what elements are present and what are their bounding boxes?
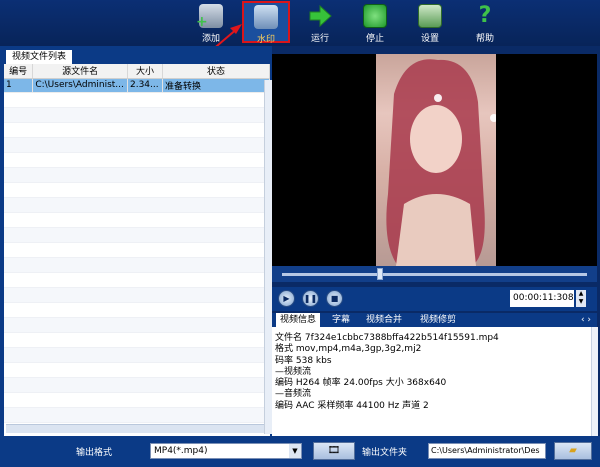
file-list-tab[interactable]: 视频文件列表 bbox=[6, 50, 73, 64]
table-header: 编号 源文件名 大小 状态 bbox=[4, 64, 270, 79]
folder-icon: ▰ bbox=[569, 445, 577, 456]
tab-video-merge[interactable]: 视频合并 bbox=[362, 313, 406, 327]
column-header-filename[interactable]: 源文件名 bbox=[32, 64, 128, 79]
empty-table-row bbox=[4, 407, 270, 423]
format-film-button[interactable]: 🎞 bbox=[313, 442, 355, 460]
empty-table-row bbox=[4, 167, 270, 183]
info-format: 格式 mov,mp4,m4a,3gp,3g2,mj2 bbox=[275, 344, 422, 355]
empty-table-row bbox=[4, 377, 270, 393]
output-settings-bar: 输出格式 MP4(*.mp4) ▼ 🎞 输出文件夹 C:\Users\Admin… bbox=[0, 436, 600, 467]
table-row[interactable]: 1 C:\Users\Administ... 2.34... 准备转换 bbox=[4, 78, 270, 93]
seek-track[interactable] bbox=[282, 273, 587, 276]
empty-table-row bbox=[4, 257, 270, 273]
stop-label: 停止 bbox=[365, 34, 384, 44]
empty-table-row bbox=[4, 137, 270, 153]
video-frame-image bbox=[376, 54, 498, 266]
empty-table-row bbox=[4, 272, 270, 288]
empty-table-row bbox=[4, 347, 270, 363]
pause-button[interactable]: ❚❚ bbox=[302, 290, 319, 307]
stop-playback-button[interactable]: ■ bbox=[326, 290, 343, 307]
column-header-status[interactable]: 状态 bbox=[162, 64, 270, 79]
play-button[interactable]: ▶ bbox=[278, 290, 295, 307]
empty-table-row bbox=[4, 92, 270, 108]
browse-folder-button[interactable]: ▰ bbox=[554, 442, 592, 460]
video-info-panel: 文件名 7f324e1cbbc7388bffa422b514f15591.mp4… bbox=[272, 327, 597, 436]
help-question-icon: ? bbox=[478, 3, 492, 28]
output-format-label: 输出格式 bbox=[76, 448, 113, 458]
column-header-id[interactable]: 编号 bbox=[4, 64, 34, 79]
file-list-panel: 视频文件列表 编号 源文件名 大小 状态 1 C:\Users\Administ… bbox=[0, 46, 272, 436]
empty-table-row bbox=[4, 362, 270, 378]
row-id: 1 bbox=[4, 78, 34, 93]
tab-video-info[interactable]: 视频信息 bbox=[276, 313, 321, 327]
row-size: 2.34... bbox=[127, 78, 163, 93]
empty-table-row bbox=[4, 287, 270, 303]
info-vertical-scrollbar[interactable] bbox=[591, 327, 598, 436]
empty-table-row bbox=[4, 122, 270, 138]
info-audio-stream: 编码 AAC 采样频率 44100 Hz 声道 2 bbox=[275, 400, 429, 411]
info-audio-stream-heading: —音频流 bbox=[275, 389, 312, 400]
empty-table-row bbox=[4, 392, 270, 408]
settings-monitor-icon bbox=[418, 4, 442, 28]
stop-icon bbox=[363, 4, 387, 28]
info-video-stream-heading: —视频流 bbox=[275, 366, 312, 377]
info-filename: 文件名 7f324e1cbbc7388bffa422b514f15591.mp4 bbox=[275, 333, 499, 343]
settings-label: 设置 bbox=[420, 34, 439, 44]
empty-table-row bbox=[4, 182, 270, 198]
info-video-stream: 编码 H264 帧率 24.00fps 大小 368x640 bbox=[275, 378, 447, 389]
run-button[interactable]: 运行 bbox=[297, 2, 343, 44]
settings-button[interactable]: 设置 bbox=[407, 2, 453, 44]
row-status: 准备转换 bbox=[162, 78, 270, 93]
run-label: 运行 bbox=[310, 34, 329, 44]
empty-table-row bbox=[4, 302, 270, 318]
tab-video-trim[interactable]: 视频修剪 bbox=[416, 313, 460, 327]
output-format-select[interactable]: MP4(*.mp4) ▼ bbox=[150, 443, 302, 459]
film-icon: 🎞 bbox=[327, 445, 341, 456]
info-bitrate: 码率 538 kbs bbox=[275, 355, 332, 366]
column-header-size[interactable]: 大小 bbox=[127, 64, 163, 79]
list-vertical-scrollbar[interactable] bbox=[264, 80, 272, 434]
help-label: 帮助 bbox=[475, 34, 494, 44]
tab-subtitles[interactable]: 字幕 bbox=[328, 313, 354, 327]
info-tabs: 视频信息 字幕 视频合并 视频修剪 ‹ › bbox=[272, 313, 597, 327]
help-button[interactable]: ? 帮助 bbox=[462, 2, 508, 45]
empty-table-row bbox=[4, 317, 270, 333]
toolbar: + 添加 水印 运行 停止 设置 ? 帮助 bbox=[0, 0, 600, 46]
watermark-icon bbox=[254, 5, 278, 29]
empty-table-row bbox=[4, 242, 270, 258]
empty-table-row bbox=[4, 152, 270, 168]
file-list-table: 编号 源文件名 大小 状态 1 C:\Users\Administ... 2.3… bbox=[4, 64, 270, 436]
empty-rows bbox=[4, 92, 270, 423]
row-filename: C:\Users\Administ... bbox=[32, 78, 128, 93]
empty-table-row bbox=[4, 107, 270, 123]
stop-button[interactable]: 停止 bbox=[352, 2, 398, 44]
empty-table-row bbox=[4, 227, 270, 243]
timecode-field[interactable]: 00:00:11:308 bbox=[510, 290, 574, 307]
seek-bar[interactable] bbox=[272, 266, 597, 282]
output-folder-input[interactable]: C:\Users\Administrator\Des bbox=[428, 443, 546, 459]
player-controls: ▶ ❚❚ ■ 00:00:11:308 ▲ ▼ bbox=[272, 287, 597, 311]
empty-table-row bbox=[4, 212, 270, 228]
list-horizontal-scrollbar[interactable] bbox=[6, 424, 264, 433]
watermark-label: 水印 bbox=[256, 35, 275, 45]
run-arrow-icon bbox=[308, 4, 332, 28]
seek-thumb[interactable] bbox=[376, 268, 383, 280]
chevron-down-icon[interactable]: ▼ bbox=[289, 444, 301, 458]
tab-scroll-arrows[interactable]: ‹ › bbox=[581, 313, 591, 327]
empty-table-row bbox=[4, 197, 270, 213]
timecode-spinner[interactable]: ▲ ▼ bbox=[576, 290, 586, 307]
video-preview bbox=[272, 54, 597, 266]
output-folder-label: 输出文件夹 bbox=[362, 448, 408, 458]
output-format-value: MP4(*.mp4) bbox=[154, 446, 208, 456]
empty-table-row bbox=[4, 332, 270, 348]
